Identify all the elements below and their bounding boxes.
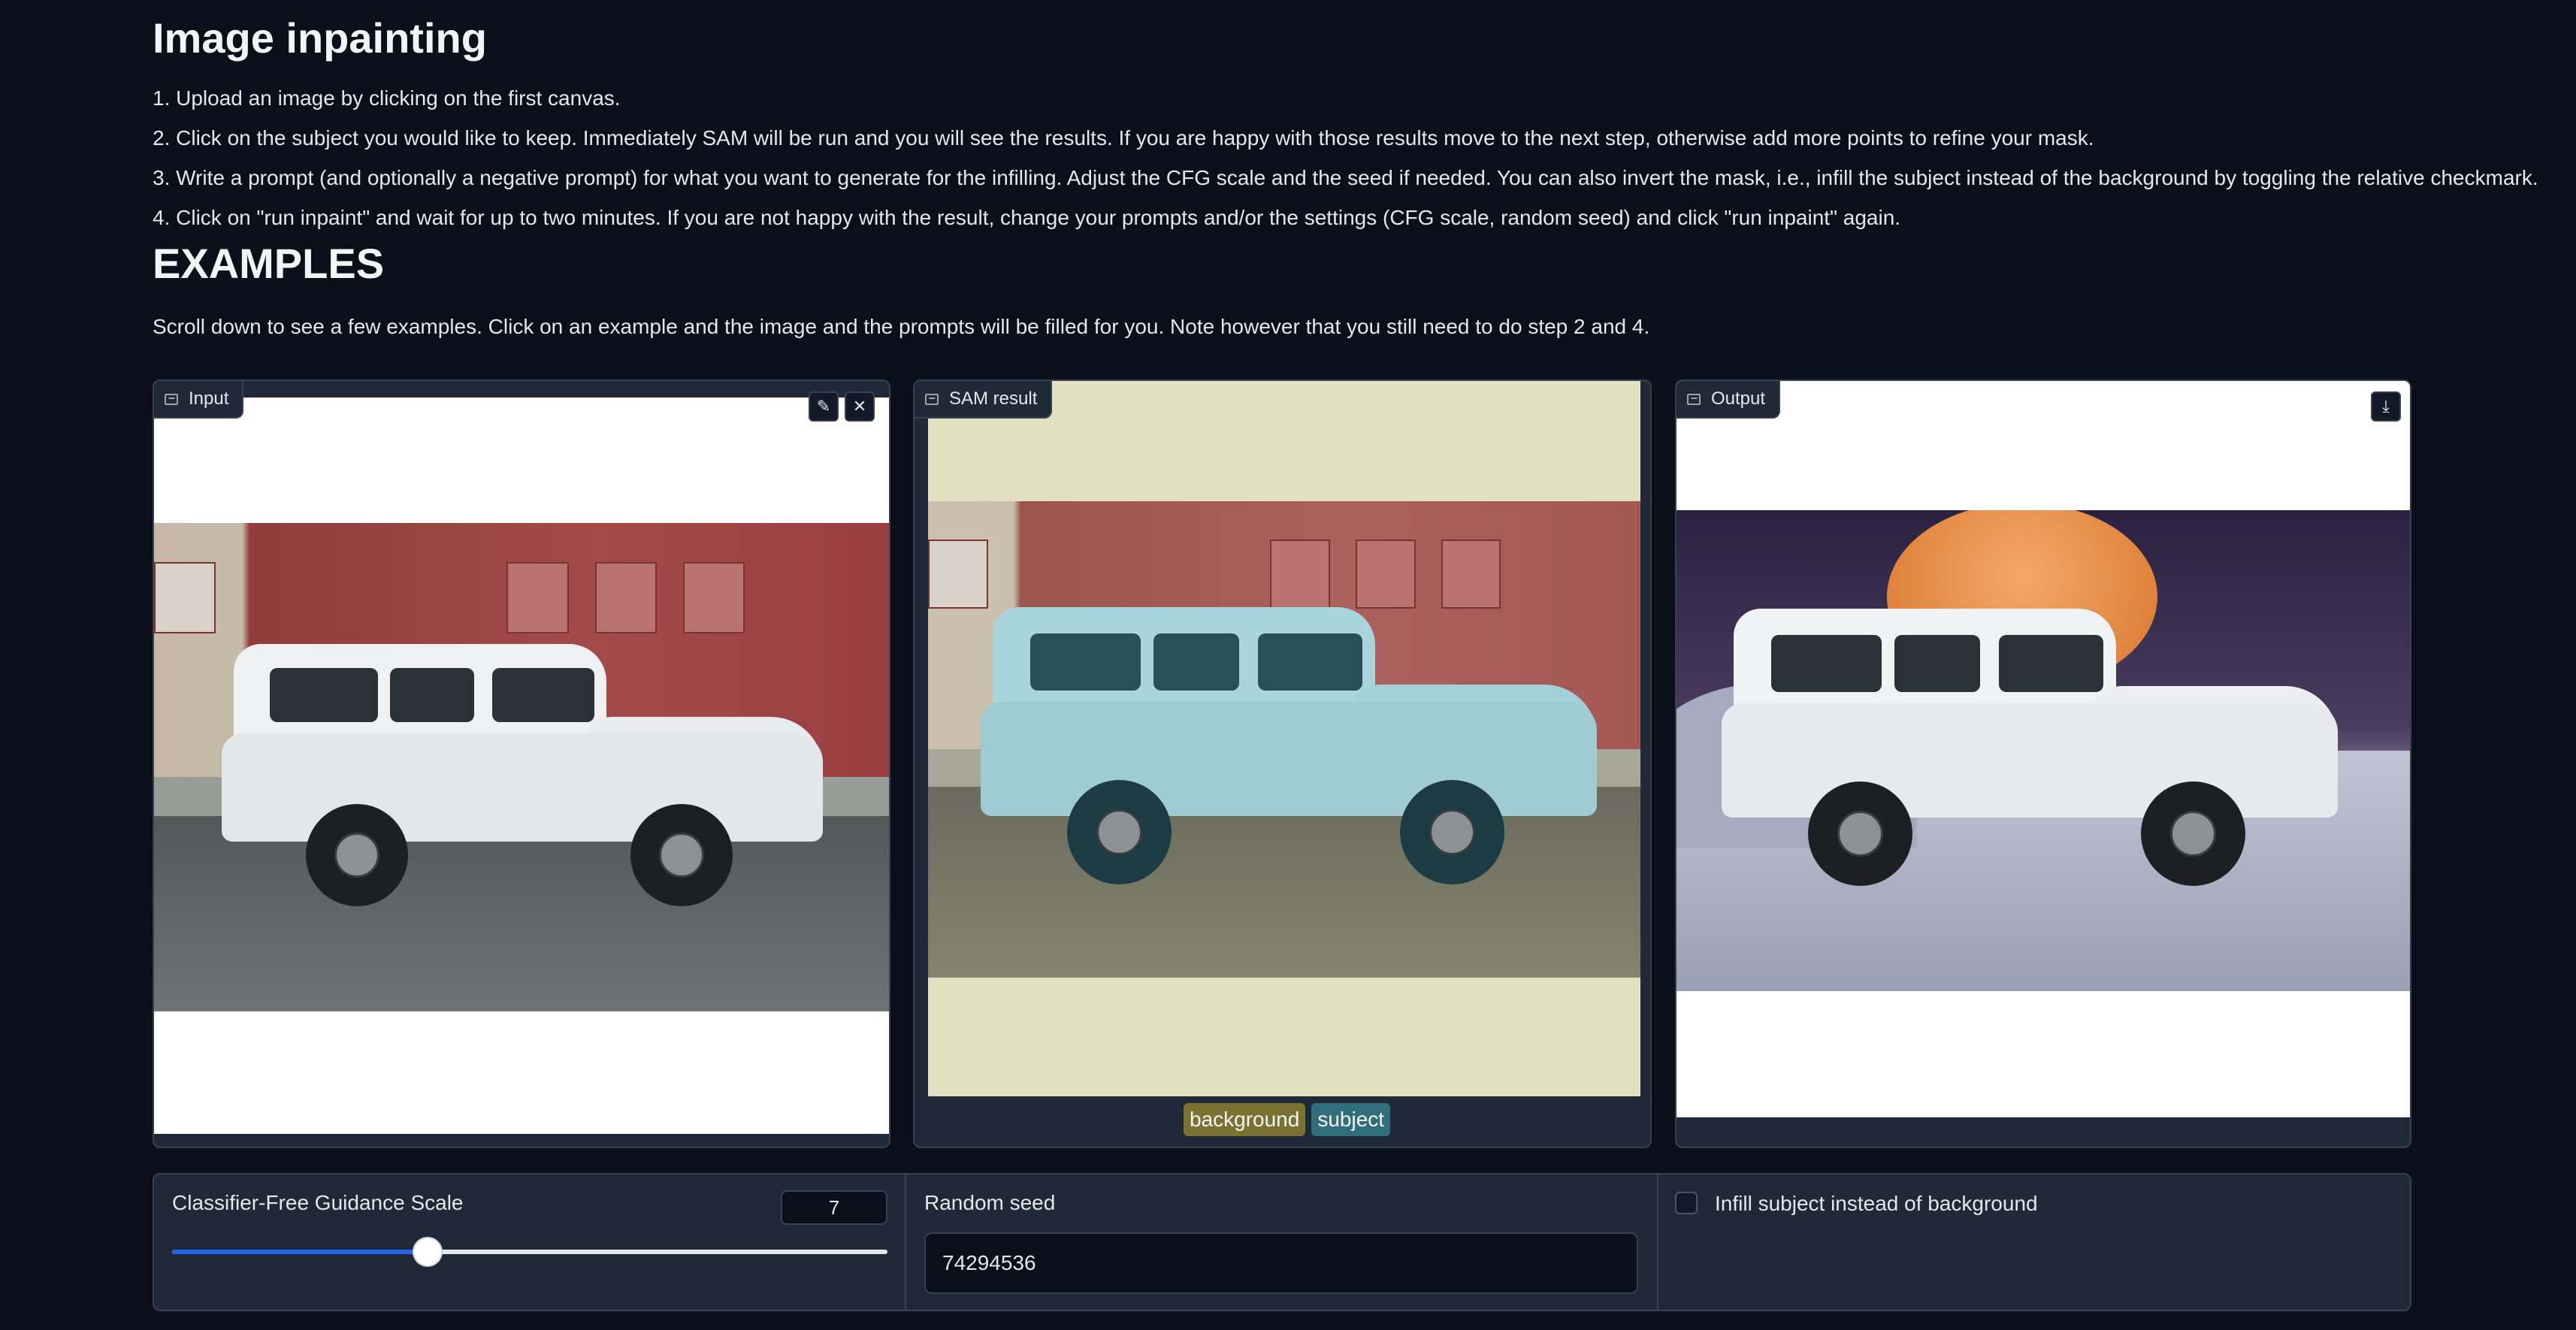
cfg-label: Classifier-Free Guidance Scale — [172, 1191, 464, 1214]
cfg-slider-fill — [172, 1250, 428, 1254]
settings-panel: Classifier-Free Guidance Scale 7 Random … — [153, 1173, 2411, 1311]
download-button[interactable]: ⤓ — [2371, 391, 2401, 422]
sam-label-text: SAM result — [949, 388, 1038, 409]
cfg-number-input[interactable]: 7 — [781, 1190, 887, 1225]
input-photo — [154, 523, 889, 1011]
edit-button[interactable]: ✎ — [809, 391, 839, 422]
instruction-step: 1. Upload an image by clicking on the fi… — [153, 86, 621, 110]
sam-legend: background subject — [1184, 1103, 1391, 1136]
input-canvas[interactable] — [154, 397, 889, 1134]
sam-result-panel: SAM result background subject — [913, 379, 1652, 1148]
image-icon — [925, 393, 939, 405]
output-label-text: Output — [1711, 388, 1766, 409]
output-image-panel: Output ⤓ — [1675, 379, 2411, 1148]
sam-label: SAM result — [915, 381, 1053, 419]
cfg-slider[interactable] — [172, 1237, 887, 1267]
instruction-step: 2. Click on the subject you would like t… — [153, 126, 2094, 150]
examples-note: Scroll down to see a few examples. Click… — [153, 315, 1650, 338]
output-label: Output — [1677, 381, 1781, 419]
examples-heading: EXAMPLES — [153, 240, 385, 287]
invert-mask-label[interactable]: Infill subject instead of background — [1715, 1192, 2038, 1216]
sam-image — [928, 381, 1640, 1096]
output-image — [1677, 381, 2410, 1117]
sam-photo — [928, 501, 1640, 978]
close-icon: ✕ — [852, 397, 867, 416]
instructions-list: 1. Upload an image by clicking on the fi… — [153, 78, 2538, 237]
legend-background[interactable]: background — [1184, 1103, 1306, 1136]
seed-input[interactable]: 74294536 — [924, 1232, 1638, 1294]
image-icon — [1687, 393, 1701, 405]
pencil-icon: ✎ — [816, 397, 831, 416]
download-icon: ⤓ — [2382, 397, 2390, 416]
input-label-text: Input — [189, 388, 229, 409]
clear-image-button[interactable]: ✕ — [845, 391, 875, 422]
input-image-panel[interactable]: Input ✎ ✕ — [153, 379, 890, 1148]
page-title: Image inpainting — [153, 14, 487, 62]
instruction-step: 4. Click on "run inpaint" and wait for u… — [153, 206, 1901, 229]
seed-label: Random seed — [924, 1191, 1056, 1214]
invert-mask-checkbox[interactable] — [1675, 1192, 1698, 1214]
input-label: Input — [154, 381, 244, 419]
output-photo — [1677, 510, 2410, 991]
image-icon — [165, 393, 178, 405]
legend-subject[interactable]: subject — [1311, 1103, 1391, 1136]
cfg-slider-thumb[interactable] — [412, 1237, 443, 1267]
instruction-step: 3. Write a prompt (and optionally a nega… — [153, 166, 2538, 189]
